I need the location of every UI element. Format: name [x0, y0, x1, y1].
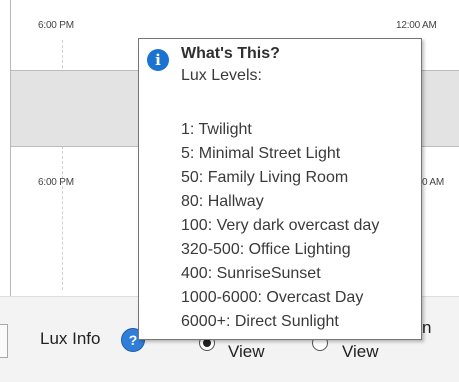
- info-icon: i: [147, 49, 169, 71]
- time-label-mid-left: 6:00 PM: [38, 177, 74, 188]
- scroll-stub[interactable]: [0, 324, 8, 358]
- help-glyph: ?: [128, 332, 138, 348]
- lux-level-item: 320-500: Office Lighting: [181, 241, 351, 258]
- lux-level-item: 100: Very dark overcast day: [181, 217, 380, 234]
- view-radio-1-label[interactable]: View: [228, 342, 265, 362]
- lux-level-item: 80: Hallway: [181, 193, 264, 210]
- time-label-top-left: 6:00 PM: [38, 20, 74, 31]
- lux-info-label: Lux Info: [40, 329, 101, 348]
- radio-selected-dot: [203, 339, 211, 347]
- time-label-mid-right: 0 AM: [422, 177, 444, 188]
- tooltip-subtitle: Lux Levels:: [181, 67, 262, 84]
- lux-level-item: 400: SunriseSunset: [181, 265, 321, 282]
- lux-level-item: 6000+: Direct Sunlight: [181, 313, 339, 330]
- lux-level-item: 5: Minimal Street Light: [181, 145, 341, 162]
- lux-level-item: 1000-6000: Overcast Day: [181, 289, 364, 306]
- lux-level-item: 1: Twilight: [181, 121, 252, 138]
- lux-level-item: 50: Family Living Room: [181, 169, 349, 186]
- partial-label-text: n: [422, 318, 432, 337]
- time-label-top-right: 12:00 AM: [396, 20, 437, 31]
- view-radio-2-label[interactable]: View: [342, 342, 379, 362]
- whats-this-tooltip: i What's This? Lux Levels: 1: Twilight 5…: [138, 38, 422, 340]
- info-glyph: i: [155, 51, 161, 69]
- tooltip-title: What's This?: [181, 45, 280, 62]
